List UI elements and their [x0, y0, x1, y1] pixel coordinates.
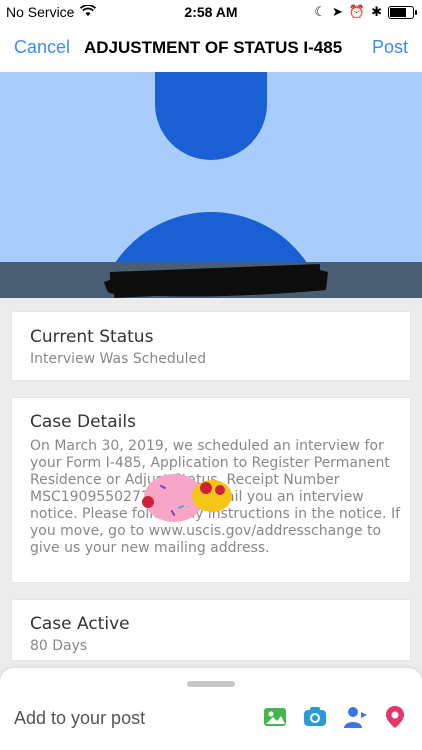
- photo-icon[interactable]: [262, 704, 288, 730]
- composer-icons: [262, 704, 408, 730]
- location-arrow-icon: ➤: [332, 4, 343, 19]
- case-active-title: Case Active: [30, 614, 130, 634]
- camera-icon[interactable]: [302, 704, 328, 730]
- avatar-head: [155, 72, 267, 160]
- sheet-handle[interactable]: [187, 681, 235, 687]
- battery-icon: [388, 5, 417, 19]
- ice-cream-sticker: [142, 474, 232, 522]
- moon-icon: ☾: [314, 4, 326, 19]
- case-active-card: Case Active 80 Days: [12, 600, 410, 660]
- alarm-icon: ⏰: [348, 4, 366, 19]
- redaction-scribble: [104, 264, 328, 298]
- case-details-card: Case Details On March 30, 2019, we sched…: [12, 398, 410, 582]
- nav-bar: Cancel ADJUSTMENT OF STATUS I-485 Post: [0, 24, 422, 72]
- tag-people-icon[interactable]: [342, 704, 368, 730]
- case-active-value: 80 Days: [30, 638, 88, 654]
- location-pin-icon[interactable]: [382, 704, 408, 730]
- composer-sheet: Add to your post: [0, 668, 422, 750]
- current-status-value: Interview Was Scheduled: [30, 351, 207, 367]
- post-button[interactable]: Post: [372, 37, 408, 58]
- current-status-title: Current Status: [30, 327, 154, 347]
- bluetooth-icon: ✱: [371, 4, 382, 19]
- status-bar: No Service 2:58 AM ☾ ➤ ⏰ ✱: [0, 0, 422, 24]
- profile-hero: MSC1909550271: [0, 72, 422, 298]
- current-status-card: Current Status Interview Was Scheduled: [12, 312, 410, 380]
- status-bar-right: ☾ ➤ ⏰ ✱: [314, 4, 417, 20]
- battery-fill: [390, 7, 406, 17]
- case-details-title: Case Details: [30, 412, 136, 432]
- cancel-button[interactable]: Cancel: [14, 37, 70, 58]
- page-title: ADJUSTMENT OF STATUS I-485: [84, 38, 343, 57]
- add-to-post-label[interactable]: Add to your post: [14, 708, 145, 729]
